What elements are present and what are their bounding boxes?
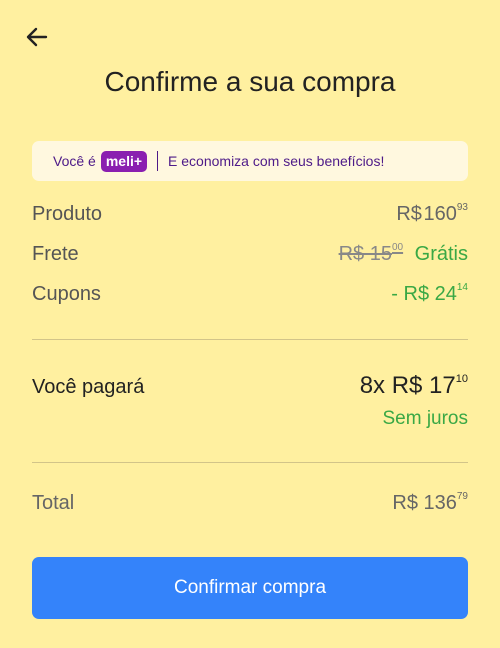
banner-prefix: Você é — [53, 153, 96, 169]
shipping-free: Grátis — [414, 243, 468, 265]
product-amount: 160 — [423, 203, 457, 225]
meli-plus-banner: Você é meli+ E economiza com seus benefí… — [32, 141, 468, 181]
coupons-discount: - R$ 2414 — [391, 282, 468, 306]
shipping-row: Frete R$ 1500 Grátis — [32, 242, 468, 266]
product-currency: R$ — [396, 203, 422, 225]
shipping-label: Frete — [32, 243, 79, 265]
total-price: R$ 13679 — [392, 491, 468, 515]
shipping-old-amount: R$ 15 — [338, 243, 392, 265]
product-label: Produto — [32, 203, 103, 225]
page-title: Confirme a sua compra — [104, 66, 396, 97]
coupons-amount: - R$ 24 — [391, 283, 457, 305]
shipping-old-price: R$ 1500 — [338, 242, 404, 265]
installments-amount: 8x R$ 17 — [359, 372, 456, 399]
banner-message: E economiza com seus benefícios! — [168, 153, 385, 169]
arrow-left-icon — [26, 27, 48, 47]
installments-cents: 10 — [455, 373, 468, 385]
total-cents: 79 — [456, 491, 468, 503]
total-row: Total R$ 13679 — [32, 491, 468, 515]
interest-free-label: Sem juros — [382, 408, 468, 429]
divider — [32, 462, 468, 463]
coupons-row: Cupons - R$ 2414 — [32, 282, 468, 306]
meli-plus-badge: meli+ — [100, 150, 148, 172]
coupons-label: Cupons — [32, 283, 101, 305]
confirm-purchase-button[interactable]: Confirmar compra — [32, 557, 468, 619]
payment-label: Você pagará — [32, 376, 145, 398]
divider — [32, 339, 468, 340]
product-cents: 93 — [456, 202, 468, 214]
shipping-old-cents: 00 — [391, 242, 404, 254]
banner-divider — [157, 151, 159, 171]
payment-row: Você pagará 8x R$ 1710 — [32, 372, 468, 400]
back-button[interactable] — [24, 24, 50, 50]
total-label: Total — [32, 492, 75, 514]
payment-installments: 8x R$ 1710 — [360, 372, 468, 400]
shipping-price: R$ 1500 Grátis — [338, 242, 468, 266]
product-row: Produto R$ 16093 — [32, 202, 468, 226]
product-price: R$ 16093 — [396, 202, 468, 226]
coupons-cents: 14 — [456, 282, 468, 294]
total-amount: R$ 136 — [392, 492, 457, 514]
